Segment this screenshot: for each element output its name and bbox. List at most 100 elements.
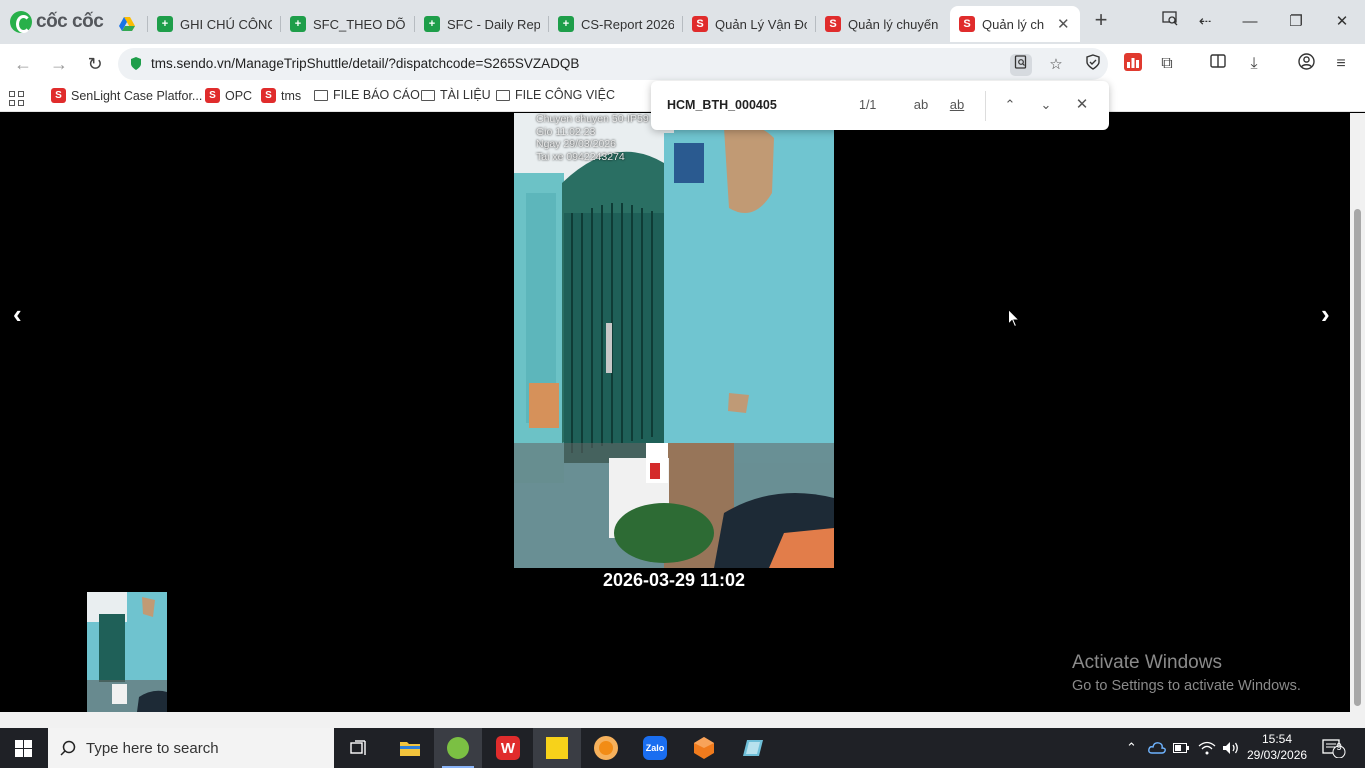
tab-google-drive[interactable] xyxy=(110,8,148,40)
sticky-notes-button[interactable] xyxy=(533,728,581,768)
tab-title: GHI CHÚ CÔNG xyxy=(180,16,272,32)
bookmark-label: OPC xyxy=(225,88,253,103)
find-input[interactable]: HCM_BTH_000405 xyxy=(667,98,777,112)
apps-grid-icon[interactable] xyxy=(9,91,24,106)
minimize-icon[interactable]: — xyxy=(1238,10,1262,34)
stamp-line: Ngay 29/03/2026 xyxy=(536,138,616,150)
previous-image-button[interactable]: ‹ xyxy=(13,299,22,330)
find-bar: HCM_BTH_000405 1/1 ab ab ⌃ ⌄ ✕ xyxy=(651,81,1109,130)
taskbar-clock[interactable]: 15:54 29/03/2026 xyxy=(1247,731,1307,763)
profile-icon[interactable] xyxy=(1295,53,1317,75)
match-case-button[interactable]: ab xyxy=(910,94,932,116)
tab-sfc-theo-doi[interactable]: + SFC_THEO DÕI xyxy=(281,8,415,40)
close-window-icon[interactable]: ✕ xyxy=(1330,10,1354,34)
close-tab-icon[interactable]: ✕ xyxy=(1057,15,1070,33)
tab-quan-ly-active[interactable]: S Quản lý ch ✕ xyxy=(950,6,1080,42)
extension-chart-icon[interactable] xyxy=(1122,53,1144,75)
wps-office-button[interactable]: W xyxy=(484,728,532,768)
tab-quan-ly-chuyen[interactable]: S Quản lý chuyến xyxy=(816,8,950,40)
find-in-page-icon[interactable] xyxy=(1010,54,1032,76)
scrollbar-thumb[interactable] xyxy=(1354,209,1361,706)
teal-app-button[interactable] xyxy=(729,728,777,768)
whole-word-button[interactable]: ab xyxy=(946,94,968,116)
horizontal-scrollbar[interactable] xyxy=(0,712,1365,728)
folder-icon xyxy=(400,742,420,756)
download-icon[interactable]: ⤓ xyxy=(1243,53,1265,75)
close-find-icon[interactable]: ✕ xyxy=(1071,94,1093,116)
tab-sfc-daily-report[interactable]: + SFC - Daily Repo xyxy=(415,8,549,40)
photo-timestamp-stamp: Chuyen chuyen 50-IP59 Gio 11:02:23 Ngay … xyxy=(536,113,649,163)
volume-icon[interactable] xyxy=(1222,728,1240,768)
vpn-app-button[interactable] xyxy=(582,728,630,768)
notification-center-icon[interactable]: 9 xyxy=(1322,728,1346,768)
start-button[interactable] xyxy=(0,728,47,768)
stamp-line: Gio 11:02:23 xyxy=(536,125,596,138)
watermark-title: Activate Windows xyxy=(1072,652,1222,673)
bookmark-tai-lieu[interactable]: TÀI LIỆU xyxy=(421,88,491,102)
folder-icon xyxy=(421,89,435,101)
sendo-icon: S xyxy=(825,16,841,32)
wifi-icon[interactable] xyxy=(1198,728,1216,768)
stamp-line: Tai xe 0942243274 xyxy=(536,150,625,163)
windows-activation-watermark: Activate Windows Go to Settings to activ… xyxy=(1072,652,1301,694)
new-tab-button[interactable]: + xyxy=(1090,9,1112,32)
show-hidden-icons[interactable]: ⌃ xyxy=(1126,728,1137,768)
sendo-icon: S xyxy=(51,88,66,103)
reload-icon[interactable]: ↻ xyxy=(83,52,107,76)
tab-title: SFC_THEO DÕI xyxy=(313,16,406,32)
extensions-icon[interactable]: ⧉ xyxy=(1156,53,1178,75)
address-bar[interactable]: tms.sendo.vn/ManageTripShuttle/detail/?d… xyxy=(118,48,1108,80)
coccoc-logo[interactable]: cốc cốc xyxy=(10,9,104,35)
sendo-icon: S xyxy=(205,88,220,103)
folder-icon xyxy=(314,89,328,101)
watermark-subtitle: Go to Settings to activate Windows. xyxy=(1072,678,1301,694)
file-explorer-button[interactable] xyxy=(386,728,434,768)
next-image-button[interactable]: › xyxy=(1321,299,1330,330)
image-viewer: Chuyen chuyen 50-IP59 Gio 11:02:23 Ngay … xyxy=(0,113,1350,712)
bookmark-label: TÀI LIỆU xyxy=(440,88,491,102)
delivery-photo[interactable]: Chuyen chuyen 50-IP59 Gio 11:02:23 Ngay … xyxy=(514,113,834,568)
sheets-icon: + xyxy=(157,16,173,32)
bookmark-opc[interactable]: S OPC xyxy=(205,88,252,103)
sheets-icon: + xyxy=(424,16,440,32)
shield-icon[interactable] xyxy=(1082,54,1104,76)
bookmark-star-icon[interactable]: ☆ xyxy=(1045,54,1067,76)
browser-toolbar: ← → ↻ tms.sendo.vn/ManageTripShuttle/det… xyxy=(0,44,1365,84)
tab-quan-ly-van-don[interactable]: S Quản Lý Vận Đơ xyxy=(683,8,816,40)
back-icon[interactable]: ← xyxy=(11,52,35,76)
url-text[interactable]: tms.sendo.vn/ManageTripShuttle/detail/?d… xyxy=(151,56,579,71)
task-view-button[interactable] xyxy=(335,728,383,768)
chevron-up-icon[interactable]: ⌃ xyxy=(999,94,1021,116)
tab-search-icon[interactable] xyxy=(1158,10,1182,34)
tab-title: Quản Lý Vận Đơ xyxy=(715,16,807,32)
menu-icon[interactable]: ≡ xyxy=(1330,53,1352,75)
bookmark-file-bao-cao[interactable]: FILE BÁO CÁO xyxy=(314,88,420,102)
tab-cs-report[interactable]: + CS-Report 2026 xyxy=(549,8,683,40)
bookmark-senlight[interactable]: S SenLight Case Platfor... xyxy=(51,88,202,103)
restore-icon[interactable]: ❐ xyxy=(1284,10,1308,34)
coccoc-taskbar-button[interactable] xyxy=(434,728,482,768)
gate-photo-illustration xyxy=(514,113,834,568)
site-info-icon[interactable] xyxy=(130,57,142,70)
bookmark-label: tms xyxy=(281,88,302,103)
bookmark-file-cong-viec[interactable]: FILE CÔNG VIỆC xyxy=(496,88,615,102)
sublime-app-button[interactable] xyxy=(680,728,728,768)
photo-thumbnail[interactable] xyxy=(87,592,167,712)
back-arrow-icon[interactable]: ⇠ xyxy=(1193,10,1217,34)
battery-icon[interactable] xyxy=(1173,728,1189,768)
vertical-scrollbar[interactable] xyxy=(1350,113,1365,712)
split-view-icon[interactable] xyxy=(1207,53,1229,75)
find-separator xyxy=(985,91,986,121)
onedrive-icon[interactable] xyxy=(1148,728,1166,768)
teal-app-icon xyxy=(743,740,763,756)
tab-title: CS-Report 2026 xyxy=(581,16,674,32)
taskbar-search[interactable]: Type here to search xyxy=(48,728,334,768)
zalo-button[interactable]: Zalo xyxy=(631,728,679,768)
bookmark-tms[interactable]: S tms xyxy=(261,88,301,103)
forward-icon[interactable]: → xyxy=(47,52,71,76)
vpn-icon xyxy=(594,736,618,760)
photo-caption: 2026-03-29 11:02 xyxy=(602,570,746,590)
chevron-down-icon[interactable]: ⌄ xyxy=(1035,94,1057,116)
coccoc-icon xyxy=(447,737,469,759)
tab-ghi-chu-cong[interactable]: + GHI CHÚ CÔNG xyxy=(148,8,281,40)
